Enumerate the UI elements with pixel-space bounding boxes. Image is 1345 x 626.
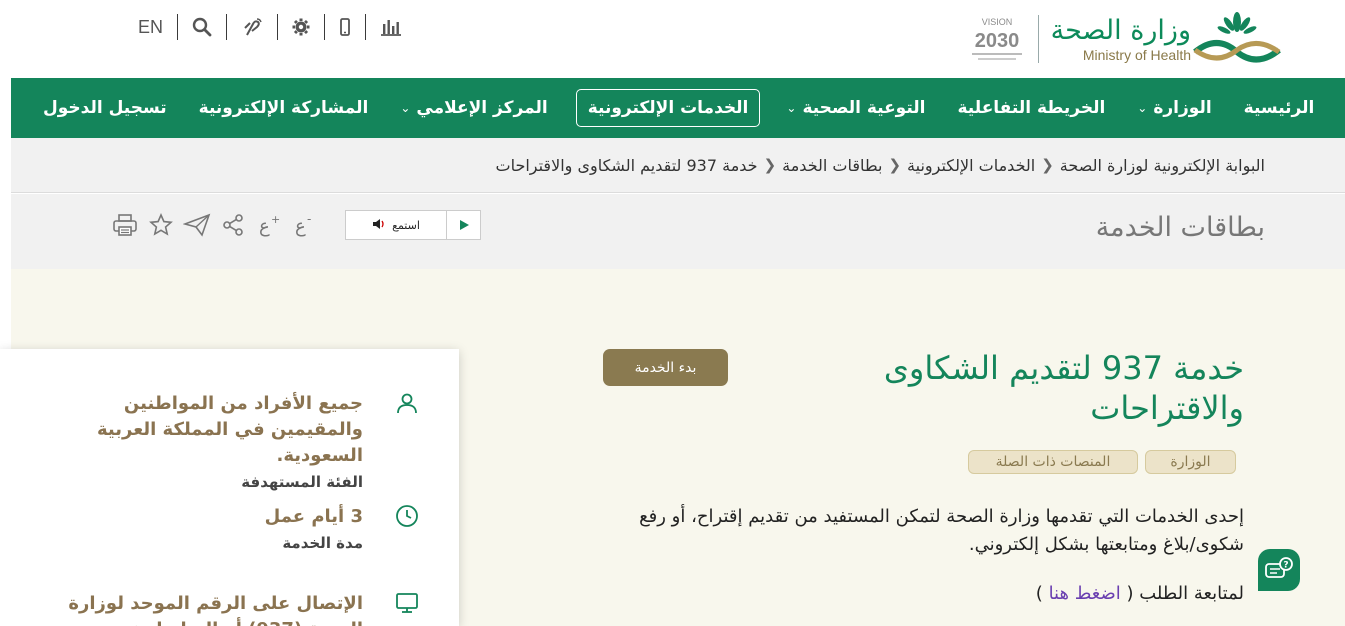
listen-label: استمع <box>392 218 420 232</box>
vision-year: 2030 <box>974 30 1019 52</box>
statistics-icon[interactable] <box>365 14 416 40</box>
main-nav: الرئيسية الوزارة ⌄ الخريطة التفاعلية التو… <box>11 78 1345 138</box>
font-decrease-icon[interactable]: ع- <box>287 210 323 240</box>
audio-player: استمع <box>345 210 481 240</box>
vision-2030-logo-icon: VISION 2030 <box>971 17 1022 60</box>
print-icon[interactable] <box>107 210 143 240</box>
top-bar: EN وزارة الصحة Ministry of Health VISION… <box>0 0 1345 78</box>
chevron-down-icon: ⌄ <box>1137 101 1148 115</box>
search-icon[interactable] <box>177 14 226 40</box>
utility-toolbar: EN <box>128 13 416 41</box>
send-icon[interactable] <box>179 210 215 240</box>
audience-label: الفئة المستهدفة <box>241 473 363 491</box>
font-increase-icon[interactable]: ع + <box>251 210 287 240</box>
svg-text:ع: ع <box>259 216 270 237</box>
nav-health-awareness[interactable]: التوعية الصحية ⌄ <box>786 98 925 118</box>
tag-ministry[interactable]: الوزارة <box>1145 450 1236 474</box>
nav-login-label: تسجيل الدخول <box>43 98 167 118</box>
duration-value: 3 أيام عمل <box>264 506 363 527</box>
svg-text:?: ? <box>1283 561 1288 571</box>
gear-icon[interactable] <box>277 14 324 40</box>
logo-arabic-name: وزارة الصحة <box>1050 15 1191 46</box>
breadcrumb: البوابة الإلكترونية لوزارة الصحة ❮ الخدم… <box>11 138 1345 193</box>
service-title: خدمة 937 لتقديم الشكاوى والاقتراحات <box>883 349 1244 427</box>
service-info-card: جميع الأفراد من المواطنين والمقيمين في ا… <box>0 349 459 626</box>
page: EN وزارة الصحة Ministry of Health VISION… <box>0 0 1345 626</box>
breadcrumb-item[interactable]: البوابة الإلكترونية لوزارة الصحة <box>1060 156 1265 175</box>
tag-related-platforms[interactable]: المنصات ذات الصلة <box>968 450 1138 474</box>
breadcrumb-item[interactable]: الخدمات الإلكترونية <box>907 156 1035 175</box>
page-tools: ع + ع- استمع <box>107 210 481 240</box>
chevron-left-icon: ❮ <box>763 156 777 174</box>
chevron-down-icon: ⌄ <box>786 101 797 115</box>
monitor-icon <box>396 593 418 613</box>
sign-language-icon[interactable] <box>226 14 277 40</box>
audience-value: جميع الأفراد من المواطنين والمقيمين في ا… <box>96 393 363 466</box>
listen-button[interactable]: استمع <box>346 218 446 233</box>
info-channel: الإتصال على الرقم الموحد لوزارة الصحة (9… <box>67 591 419 626</box>
channel-value: الإتصال على الرقم الموحد لوزارة الصحة (9… <box>68 593 363 626</box>
nav-interactive-map[interactable]: الخريطة التفاعلية <box>958 98 1106 118</box>
share-icon[interactable] <box>215 210 251 240</box>
user-icon <box>397 393 417 414</box>
star-icon[interactable] <box>143 210 179 240</box>
service-description: إحدى الخدمات التي تقدمها وزارة الصحة لتم… <box>639 506 1244 555</box>
vision-label: VISION <box>981 17 1012 27</box>
follow-prefix: لمتابعة الطلب ( <box>1126 583 1244 604</box>
nav-home-label: الرئيسية <box>1243 98 1315 118</box>
nav-e-services[interactable]: الخدمات الإلكترونية <box>575 89 761 127</box>
chevron-left-icon: ❮ <box>888 156 902 174</box>
nav-home[interactable]: الرئيسية <box>1244 98 1315 118</box>
duration-label: مدة الخدمة <box>282 534 363 552</box>
nav-e-participation-label: المشاركة الإلكترونية <box>198 98 369 118</box>
chevron-left-icon: ❮ <box>1041 156 1054 174</box>
mobile-icon[interactable] <box>324 14 365 40</box>
nav-media-center[interactable]: المركز الإعلامي ⌄ <box>400 98 547 118</box>
svg-text:+: + <box>271 213 280 226</box>
title-bar: بطاقات الخدمة ع + ع- استمع <box>11 194 1345 269</box>
chat-help-button[interactable]: ? <box>1258 549 1300 591</box>
nav-health-awareness-label: التوعية الصحية <box>802 98 926 118</box>
chevron-down-icon: ⌄ <box>400 101 411 115</box>
nav-e-services-label: الخدمات الإلكترونية <box>587 98 749 118</box>
svg-text:-: - <box>307 213 311 226</box>
follow-link[interactable]: اضغط هنا <box>1049 583 1121 604</box>
nav-media-center-label: المركز الإعلامي <box>416 98 548 118</box>
page-title: بطاقات الخدمة <box>1095 212 1265 243</box>
play-icon[interactable] <box>446 211 480 239</box>
nav-ministry[interactable]: الوزارة ⌄ <box>1137 98 1211 118</box>
chat-help-icon: ? <box>1265 557 1293 578</box>
breadcrumb-current: خدمة 937 لتقديم الشكاوى والاقتراحات <box>495 155 758 175</box>
nav-login[interactable]: تسجيل الدخول <box>43 98 167 118</box>
language-toggle[interactable]: EN <box>128 14 177 40</box>
moh-logo-text: وزارة الصحة Ministry of Health <box>1037 15 1191 63</box>
moh-logo[interactable]: وزارة الصحة Ministry of Health VISION 20… <box>956 8 1283 70</box>
breadcrumb-item[interactable]: بطاقات الخدمة <box>782 156 882 175</box>
svg-text:ع: ع <box>295 216 306 237</box>
logo-english-name: Ministry of Health <box>1082 47 1191 63</box>
info-audience: جميع الأفراد من المواطنين والمقيمين في ا… <box>67 391 419 491</box>
nav-e-participation[interactable]: المشاركة الإلكترونية <box>199 98 369 118</box>
moh-emblem-icon <box>1193 12 1281 63</box>
follow-suffix: ) <box>1035 583 1043 604</box>
nav-interactive-map-label: الخريطة التفاعلية <box>957 98 1106 118</box>
speaker-icon <box>372 218 386 233</box>
nav-ministry-label: الوزارة <box>1153 98 1212 118</box>
start-service-button[interactable]: بدء الخدمة <box>603 349 728 386</box>
clock-icon <box>396 505 418 527</box>
follow-request: لمتابعة الطلب ( اضغط هنا ) <box>1036 583 1244 604</box>
info-duration: 3 أيام عمل مدة الخدمة <box>67 504 419 552</box>
